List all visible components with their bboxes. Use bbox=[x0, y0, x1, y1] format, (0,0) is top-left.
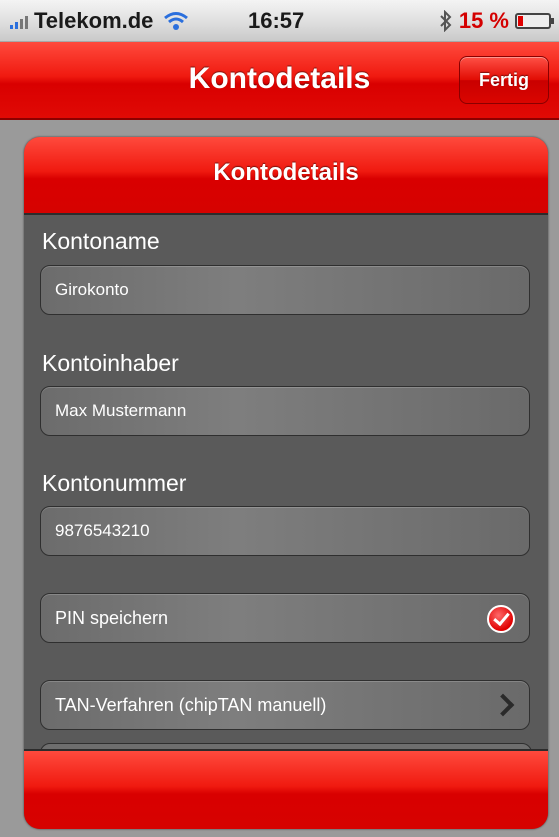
status-bar: Telekom.de 16:57 15 % bbox=[0, 0, 559, 42]
nav-bar: Kontodetails Fertig bbox=[0, 42, 559, 120]
card-title: Kontodetails bbox=[213, 159, 359, 186]
holder-field[interactable]: Max Mustermann bbox=[40, 386, 530, 436]
carrier-name: Telekom.de bbox=[34, 8, 154, 33]
save-pin-row[interactable]: PIN speichern bbox=[40, 593, 530, 643]
holder-label: Kontoinhaber bbox=[42, 350, 179, 376]
wifi-icon bbox=[164, 12, 189, 30]
status-right: 15 % bbox=[439, 8, 554, 34]
tan-method-label: TAN-Verfahren (chipTAN manuell) bbox=[55, 695, 327, 715]
account-details-card: Kontodetails Kontoname Girokonto Kontoin… bbox=[24, 137, 548, 829]
account-name-field[interactable]: Girokonto bbox=[40, 265, 530, 315]
account-name-label: Kontoname bbox=[42, 228, 160, 254]
tan-method-row[interactable]: TAN-Verfahren (chipTAN manuell) bbox=[40, 680, 530, 730]
account-number-label: Kontonummer bbox=[42, 470, 187, 496]
card-footer-bar bbox=[24, 749, 548, 829]
chevron-right-icon bbox=[491, 693, 515, 717]
battery-percent: 15 % bbox=[458, 8, 509, 33]
done-button[interactable]: Fertig bbox=[459, 56, 549, 104]
account-number-field[interactable]: 9876543210 bbox=[40, 506, 530, 556]
clock: 16:57 bbox=[248, 8, 305, 33]
checkmark-icon[interactable] bbox=[487, 605, 515, 633]
battery-icon bbox=[515, 13, 554, 29]
card-header: Kontodetails bbox=[24, 137, 548, 215]
carrier-info: Telekom.de bbox=[10, 8, 189, 34]
save-pin-label: PIN speichern bbox=[55, 608, 169, 628]
battery-fill bbox=[518, 16, 523, 26]
signal-icon bbox=[10, 13, 28, 29]
bluetooth-icon bbox=[440, 10, 452, 32]
